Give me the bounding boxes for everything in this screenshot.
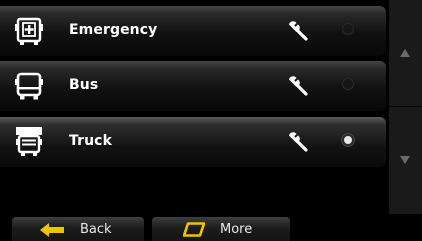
emergency-vehicle-icon bbox=[15, 17, 43, 45]
scroll-up-icon[interactable] bbox=[400, 49, 410, 57]
scroll-down-icon[interactable] bbox=[400, 156, 410, 164]
vehicle-row-emergency[interactable]: Emergency bbox=[0, 6, 386, 56]
scrollbar[interactable] bbox=[389, 0, 422, 214]
back-button-label: Back bbox=[80, 222, 112, 237]
radio-emergency[interactable] bbox=[342, 23, 354, 35]
wrench-icon[interactable] bbox=[286, 74, 310, 98]
wrench-icon[interactable] bbox=[286, 130, 310, 154]
more-button[interactable]: More bbox=[152, 217, 290, 241]
radio-truck[interactable] bbox=[342, 134, 354, 146]
vehicle-label-truck: Truck bbox=[69, 133, 112, 149]
truck-icon bbox=[16, 127, 42, 156]
vehicle-label-bus: Bus bbox=[69, 77, 99, 93]
vehicle-row-bus[interactable]: Bus bbox=[0, 61, 386, 111]
vehicle-list: Emergency Bus Truck bbox=[0, 0, 389, 214]
scrollbar-divider bbox=[389, 106, 422, 107]
more-button-label: More bbox=[220, 222, 253, 237]
bottom-bar: Back More bbox=[0, 214, 422, 241]
more-icon bbox=[183, 222, 205, 237]
vehicle-label-emergency: Emergency bbox=[69, 22, 158, 38]
bus-icon bbox=[15, 72, 43, 100]
back-button[interactable]: Back bbox=[12, 217, 144, 241]
vehicle-row-truck[interactable]: Truck bbox=[0, 117, 386, 167]
arrow-left-icon bbox=[40, 223, 64, 237]
radio-bus[interactable] bbox=[342, 78, 354, 90]
wrench-icon[interactable] bbox=[286, 19, 310, 43]
